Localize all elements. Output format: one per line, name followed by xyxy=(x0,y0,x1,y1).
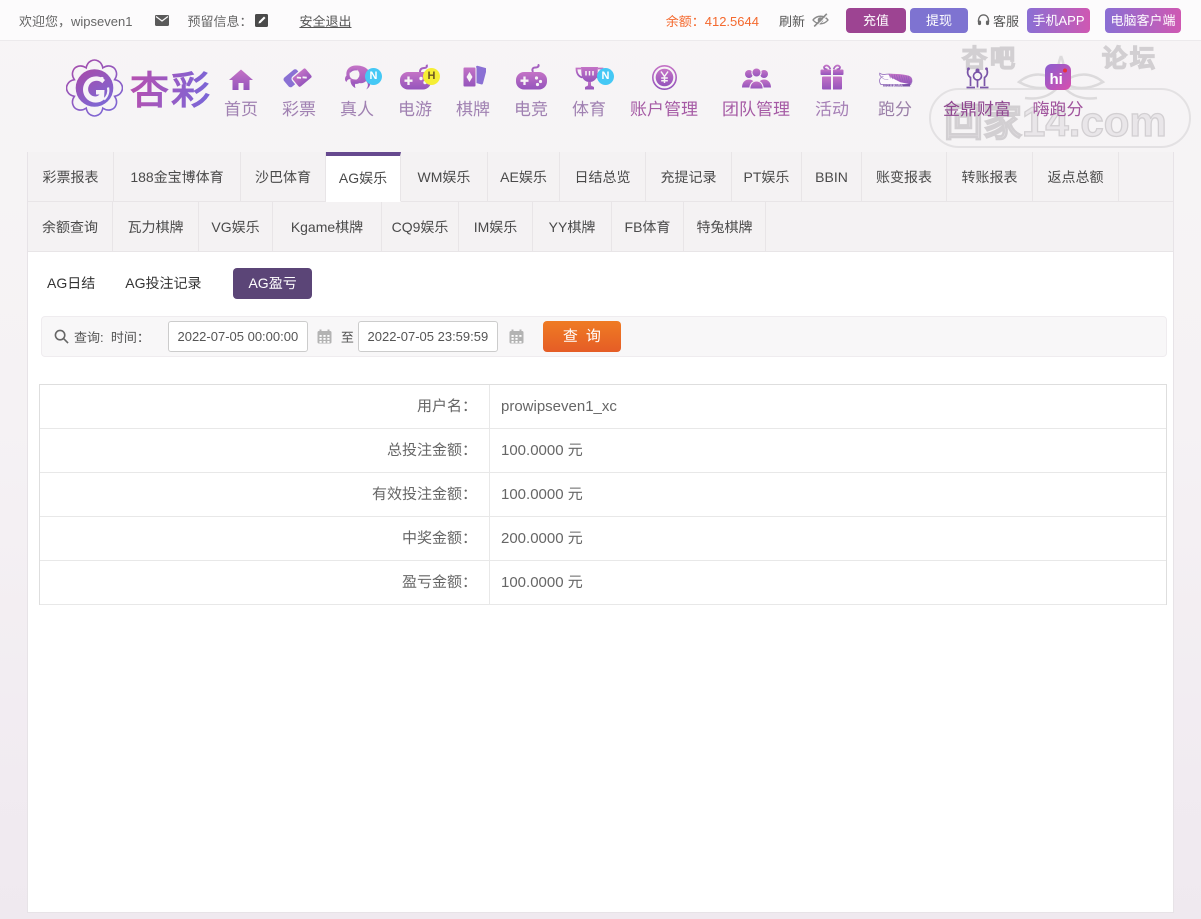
svg-text:公认.份 跑分平台: 公认.份 跑分平台 xyxy=(884,83,903,87)
svg-text:hi: hi xyxy=(1050,71,1063,88)
